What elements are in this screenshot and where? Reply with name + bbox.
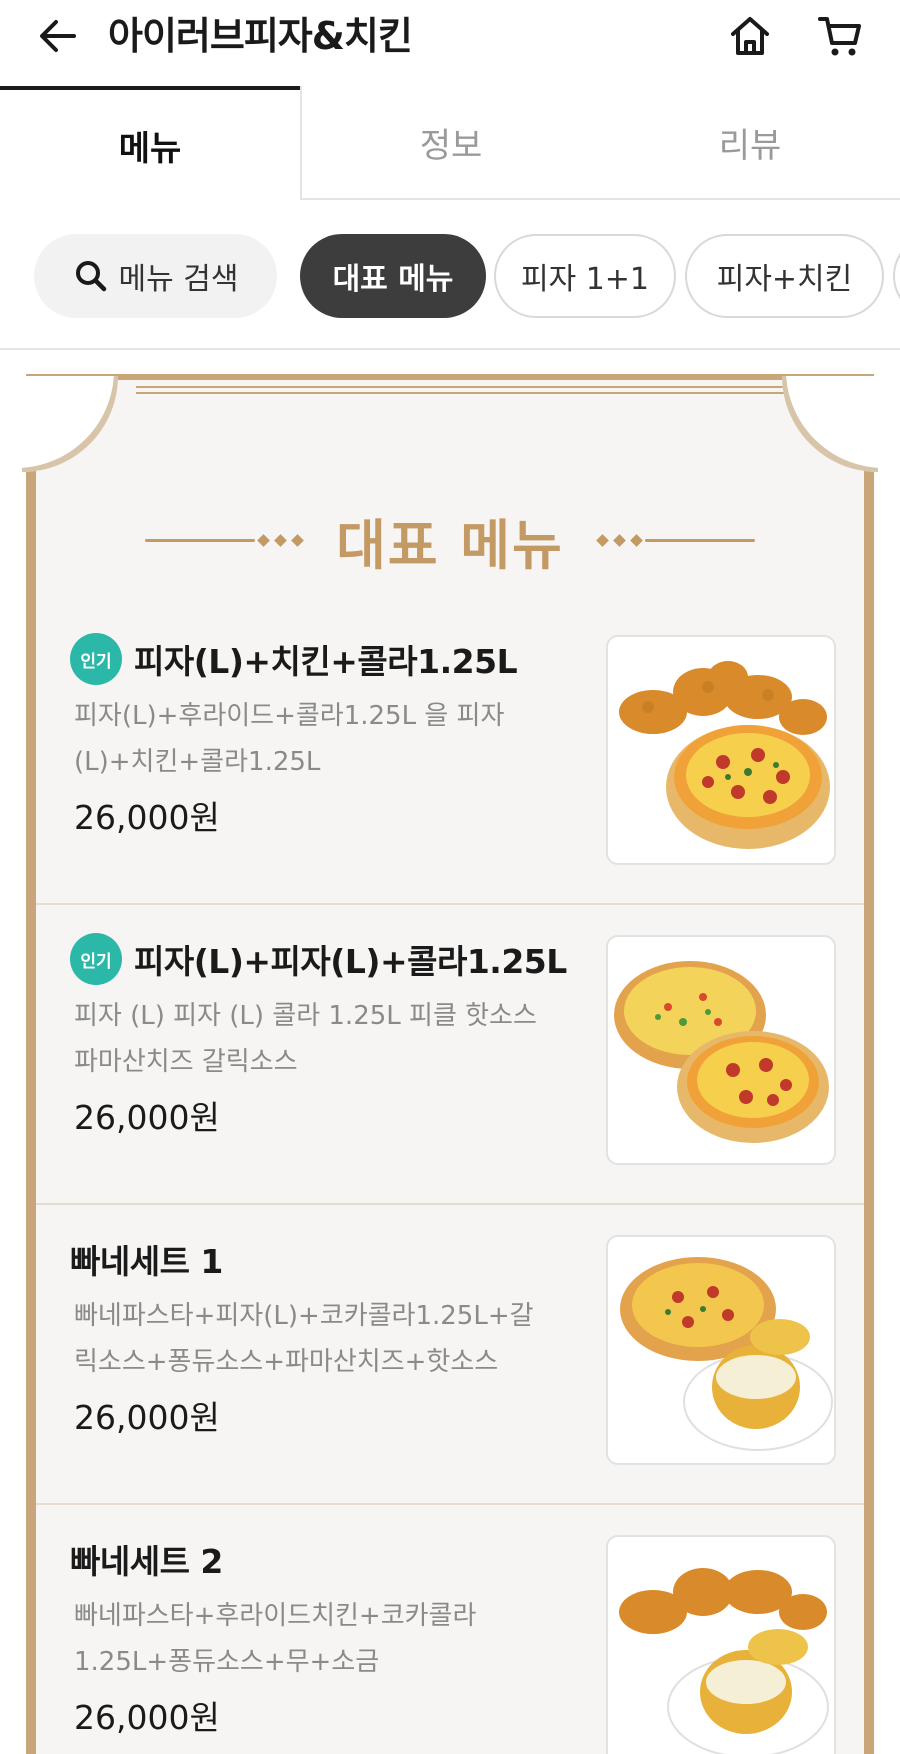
menu-item-price: 26,000원 — [74, 1098, 220, 1137]
menu-item-name: 빠네세트 1 — [70, 1242, 223, 1281]
card-top-border — [136, 386, 836, 394]
menu-list: 인기 피자(L)+치킨+콜라1.25L 피자(L)+후라이드+콜라1.25L 을… — [36, 605, 864, 1754]
menu-item-image — [606, 1535, 836, 1754]
arrow-left-icon — [40, 20, 76, 52]
chip-pizza-1plus1[interactable]: 피자 1+1 — [494, 234, 676, 318]
menu-item-name-row: 빠네세트 1 — [70, 1231, 223, 1287]
card-corner-decoration — [782, 376, 878, 472]
menu-item-name-row: 인기 피자(L)+피자(L)+콜라1.25L — [70, 931, 567, 987]
menu-section: 대표 메뉴 인기 피자(L)+치킨+콜라1.25L 피자(L)+후라이드+콜라1… — [0, 352, 900, 1754]
section-heading: 대표 메뉴 — [36, 500, 864, 580]
menu-item-name: 빠네세트 2 — [70, 1542, 223, 1581]
home-button[interactable] — [722, 8, 778, 64]
menu-item-image — [606, 935, 836, 1165]
menu-item[interactable]: 빠네세트 2 빠네파스타+후라이드치킨+코카콜라1.25L+퐁듀소스+무+소금 … — [36, 1505, 864, 1754]
popular-badge: 인기 — [70, 633, 122, 685]
menu-item-description: 빠네파스타+피자(L)+코카콜라1.25L+갈릭소스+퐁듀소스+파마산치즈+핫소… — [74, 1301, 534, 1377]
app-header: 아이러브피자&치킨 — [0, 0, 900, 86]
menu-item[interactable]: 인기 피자(L)+치킨+콜라1.25L 피자(L)+후라이드+콜라1.25L 을… — [36, 605, 864, 905]
menu-item-name: 피자(L)+치킨+콜라1.25L — [134, 642, 518, 681]
menu-item[interactable]: 빠네세트 1 빠네파스타+피자(L)+코카콜라1.25L+갈릭소스+퐁듀소스+파… — [36, 1205, 864, 1505]
cart-button[interactable] — [812, 8, 868, 64]
menu-item-name: 피자(L)+피자(L)+콜라1.25L — [134, 942, 567, 981]
ornament-left — [145, 533, 306, 547]
menu-item-name-row: 인기 피자(L)+치킨+콜라1.25L — [70, 631, 518, 687]
search-label: 메뉴 검색 — [118, 262, 239, 297]
search-icon — [75, 261, 106, 292]
ornament-right — [594, 533, 755, 547]
page-title: 아이러브피자&치킨 — [108, 14, 413, 58]
menu-search-button[interactable]: 메뉴 검색 — [34, 234, 277, 318]
menu-item-price: 26,000원 — [74, 1398, 220, 1437]
chip-representative-menu[interactable]: 대표 메뉴 — [300, 234, 486, 318]
menu-item-description: 빠네파스타+후라이드치킨+코카콜라1.25L+퐁듀소스+무+소금 — [74, 1601, 477, 1677]
menu-item[interactable]: 인기 피자(L)+피자(L)+콜라1.25L 피자 (L) 피자 (L) 콜라 … — [36, 905, 864, 1205]
cart-icon — [818, 17, 861, 56]
tab-bar: 메뉴 정보 리뷰 — [0, 86, 900, 200]
back-button[interactable] — [30, 8, 86, 64]
category-chips: 메뉴 검색 대표 메뉴 피자 1+1 피자+치킨 — [0, 200, 900, 350]
menu-item-price: 26,000원 — [74, 798, 220, 837]
chip-more[interactable] — [893, 234, 900, 318]
card-corner-decoration — [22, 376, 118, 472]
menu-item-description: 피자 (L) 피자 (L) 콜라 1.25L 피클 핫소스 파마산치즈 갈릭소스 — [74, 1001, 537, 1077]
menu-item-image — [606, 1235, 836, 1465]
tab-review[interactable]: 리뷰 — [600, 86, 900, 200]
menu-item-price: 26,000원 — [74, 1698, 220, 1737]
section-title: 대표 메뉴 — [336, 513, 564, 577]
popular-badge: 인기 — [70, 933, 122, 985]
home-icon — [731, 17, 769, 55]
tab-menu[interactable]: 메뉴 — [0, 86, 300, 200]
menu-paper-card: 대표 메뉴 인기 피자(L)+치킨+콜라1.25L 피자(L)+후라이드+콜라1… — [22, 374, 878, 1754]
tab-info[interactable]: 정보 — [300, 86, 600, 200]
menu-item-name-row: 빠네세트 2 — [70, 1531, 223, 1587]
menu-item-image — [606, 635, 836, 865]
chip-pizza-chicken[interactable]: 피자+치킨 — [685, 234, 884, 318]
menu-item-description: 피자(L)+후라이드+콜라1.25L 을 피자(L)+치킨+콜라1.25L — [74, 701, 505, 777]
